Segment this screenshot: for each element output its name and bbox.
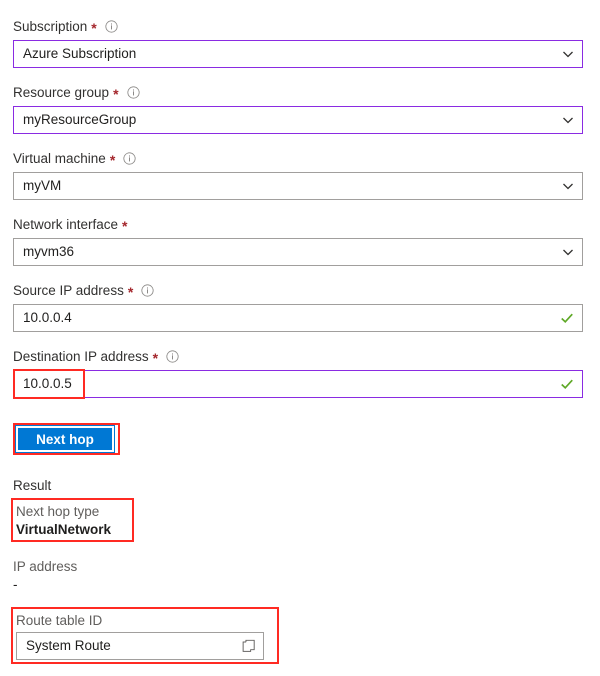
field-virtual-machine-label-text: Virtual machine bbox=[13, 151, 106, 166]
next-hop-button[interactable]: Next hop bbox=[15, 425, 115, 453]
field-destination-ip-address-label-text: Destination IP address bbox=[13, 349, 149, 364]
route-table-id-input[interactable]: System Route bbox=[16, 632, 264, 660]
field-network-interface-label-text: Network interface bbox=[13, 217, 119, 232]
field-subscription-label: Subscription * bbox=[13, 18, 583, 35]
field-source-ip-address-label-text: Source IP address bbox=[13, 283, 124, 298]
chevron-down-icon bbox=[563, 51, 573, 58]
field-subscription: Subscription * Azure Subscription bbox=[13, 18, 583, 68]
virtual-machine-value: myVM bbox=[23, 178, 62, 193]
required-marker: * bbox=[127, 283, 134, 300]
field-virtual-machine-label: Virtual machine * bbox=[13, 150, 583, 167]
subscription-value: Azure Subscription bbox=[23, 46, 137, 61]
info-circle-icon[interactable] bbox=[126, 86, 140, 99]
field-source-ip-address: Source IP address * 10.0.0.4 bbox=[13, 282, 583, 332]
info-circle-icon[interactable] bbox=[123, 152, 136, 165]
field-resource-group-label: Resource group * bbox=[13, 84, 583, 101]
route-table-id-label: Route table ID bbox=[16, 613, 103, 628]
destination-ip-address-input[interactable]: 10.0.0.5 bbox=[13, 370, 583, 398]
ip-address-value: - bbox=[13, 577, 18, 592]
required-marker: * bbox=[113, 85, 119, 102]
info-circle-icon[interactable] bbox=[166, 350, 179, 363]
destination-ip-address-value: 10.0.0.5 bbox=[23, 376, 72, 391]
next-hop-type-label: Next hop type bbox=[16, 504, 100, 519]
required-marker: * bbox=[152, 349, 159, 366]
source-ip-address-input[interactable]: 10.0.0.4 bbox=[13, 304, 583, 332]
chevron-down-icon bbox=[563, 183, 573, 190]
network-interface-dropdown[interactable]: myvm36 bbox=[13, 238, 583, 266]
source-ip-address-value: 10.0.0.4 bbox=[23, 310, 72, 325]
valid-checkmark-icon bbox=[561, 379, 573, 390]
field-destination-ip-address: Destination IP address * 10.0.0.5 bbox=[13, 348, 583, 398]
field-network-interface: Network interface * myvm36 bbox=[13, 216, 583, 266]
resource-group-value: myResourceGroup bbox=[23, 112, 137, 127]
network-interface-value: myvm36 bbox=[23, 244, 75, 259]
required-marker: * bbox=[122, 217, 128, 234]
field-source-ip-address-label: Source IP address * bbox=[13, 282, 583, 299]
field-resource-group-label-text: Resource group bbox=[13, 85, 110, 100]
field-network-interface-label: Network interface * bbox=[13, 216, 583, 233]
subscription-dropdown[interactable]: Azure Subscription bbox=[13, 40, 583, 68]
field-destination-ip-address-label: Destination IP address * bbox=[13, 348, 583, 365]
result-section-title: Result bbox=[13, 478, 52, 493]
required-marker: * bbox=[109, 151, 116, 168]
chevron-down-icon bbox=[563, 117, 573, 124]
info-circle-icon[interactable] bbox=[105, 20, 118, 33]
ip-address-label: IP address bbox=[13, 559, 78, 574]
chevron-down-icon bbox=[563, 249, 573, 256]
field-virtual-machine: Virtual machine * myVM bbox=[13, 150, 583, 200]
field-resource-group: Resource group * myResourceGroup bbox=[13, 84, 583, 134]
resource-group-dropdown[interactable]: myResourceGroup bbox=[13, 106, 583, 134]
field-subscription-label-text: Subscription bbox=[13, 19, 88, 34]
copy-icon[interactable] bbox=[242, 639, 257, 654]
required-marker: * bbox=[91, 19, 97, 36]
virtual-machine-dropdown[interactable]: myVM bbox=[13, 172, 583, 200]
netwatcher-next-hop-form: Subscription * Azure Subscription Resour… bbox=[0, 0, 600, 676]
valid-checkmark-icon bbox=[561, 313, 573, 324]
next-hop-type-value: VirtualNetwork bbox=[16, 522, 112, 537]
info-circle-icon[interactable] bbox=[141, 284, 154, 297]
route-table-id-value: System Route bbox=[26, 638, 111, 653]
